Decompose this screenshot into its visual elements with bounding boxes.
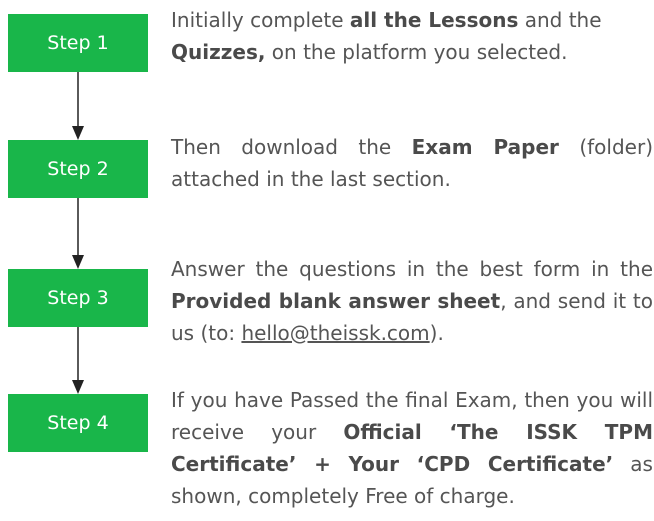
step-1-text-part: and the <box>518 8 602 32</box>
step-1-text-part: Initially complete <box>171 8 350 32</box>
step-3-text-bold-answer-sheet: Provided blank answer sheet <box>171 289 501 313</box>
step-1-description: Initially complete all the Lessons and t… <box>171 4 653 68</box>
step-4-label: Step 4 <box>47 412 109 434</box>
step-1-text-bold-lessons: all the Lessons <box>349 8 519 32</box>
step-1-text-part: on the platform you selected. <box>265 40 568 64</box>
step-2-box: Step 2 <box>8 140 148 198</box>
step-3-label: Step 3 <box>47 287 109 309</box>
step-1-label: Step 1 <box>47 32 109 54</box>
step-4-box: Step 4 <box>8 394 148 452</box>
step-3-box: Step 3 <box>8 269 148 327</box>
step-3-text-part: Answer the questions in the best form in… <box>171 257 653 281</box>
arrow-step-1-to-2 <box>72 72 84 140</box>
step-3-description: Answer the questions in the best form in… <box>171 253 653 349</box>
arrow-step-3-to-4 <box>72 327 84 394</box>
step-1-box: Step 1 <box>8 14 148 72</box>
step-2-text-bold-exam-paper: Exam Paper <box>411 135 559 159</box>
step-2-label: Step 2 <box>47 158 109 180</box>
step-1-text-bold-quizzes: Quizzes, <box>171 40 266 64</box>
step-2-description: Then download the Exam Paper (folder) at… <box>171 131 653 195</box>
email-link[interactable]: hello@theissk.com <box>241 321 429 345</box>
step-2-text-part: Then download the <box>171 135 412 159</box>
arrow-step-2-to-3 <box>72 198 84 269</box>
step-4-description: If you have Passed the final Exam, then … <box>171 384 653 512</box>
step-3-text-part: ). <box>429 321 444 345</box>
